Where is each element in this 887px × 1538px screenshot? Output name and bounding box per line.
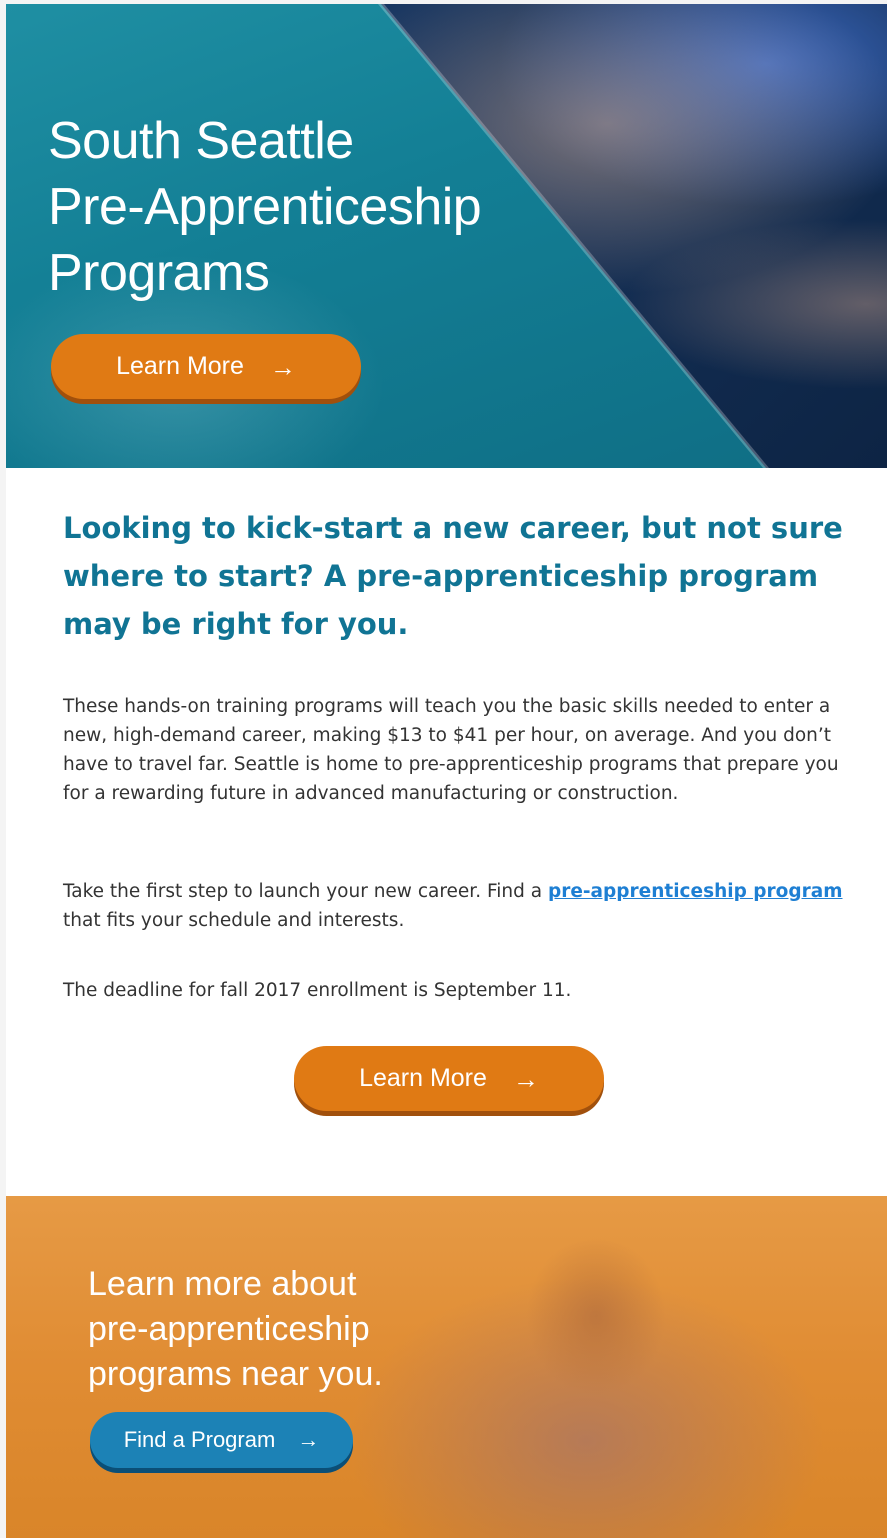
footer-title: Learn more about pre-apprenticeship prog… (88, 1265, 383, 1393)
email-page: South Seattle Pre-Apprenticeship Program… (6, 4, 887, 1538)
main-learn-more-label: Learn More (359, 1064, 487, 1092)
cta-text-after: that fits your schedule and interests. (63, 910, 405, 931)
cta-text-before: Take the first step to launch your new c… (63, 881, 548, 902)
main-headline: Looking to kick-start a new career, but … (63, 511, 843, 641)
hero-title: South Seattle Pre-Apprenticeship Program… (48, 112, 482, 302)
deadline-paragraph: The deadline for fall 2017 enrollment is… (63, 980, 572, 1001)
intro-paragraph: These hands-on training programs will te… (63, 696, 839, 804)
arrow-right-icon: → (512, 1063, 539, 1094)
hero-learn-more-button[interactable]: Learn More → (51, 334, 361, 399)
hero-learn-more-label: Learn More (116, 352, 244, 380)
find-a-program-button[interactable]: Find a Program → (90, 1412, 353, 1468)
footer-photo-highlight (526, 1236, 666, 1396)
find-a-program-label: Find a Program (123, 1427, 276, 1452)
hero-banner: South Seattle Pre-Apprenticeship Program… (6, 4, 887, 468)
pre-apprenticeship-program-link[interactable]: pre-apprenticeship program (548, 881, 843, 902)
arrow-right-icon: → (297, 1427, 320, 1452)
main-learn-more-button[interactable]: Learn More → (294, 1046, 604, 1111)
footer-banner: Learn more about pre-apprenticeship prog… (6, 1196, 887, 1538)
cta-paragraph: Take the first step to launch your new c… (63, 877, 843, 935)
arrow-right-icon: → (269, 351, 296, 382)
